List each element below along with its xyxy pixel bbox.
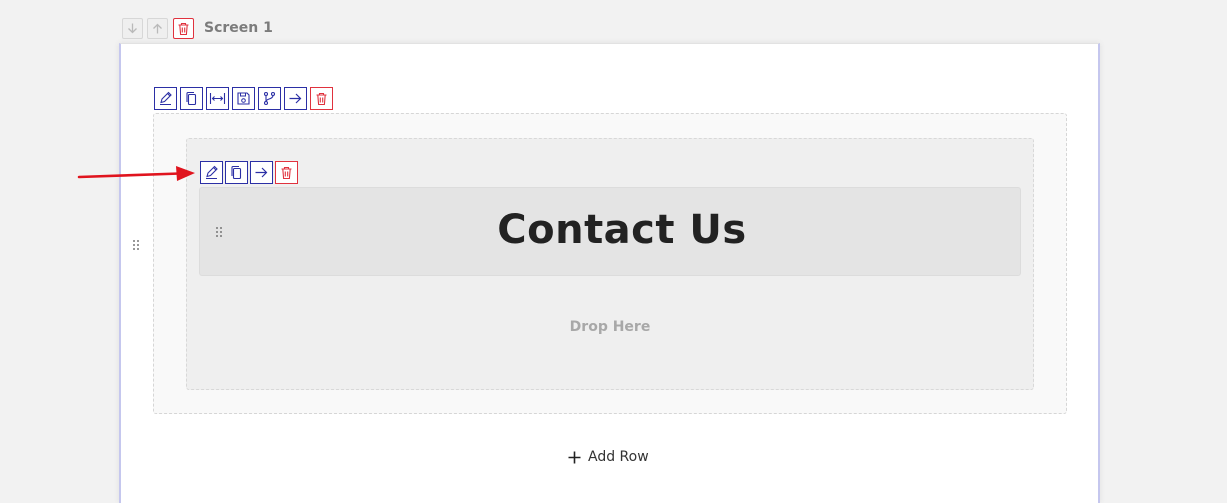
trash-icon <box>281 166 292 179</box>
row-edit-button[interactable] <box>154 87 177 110</box>
column-copy-button[interactable] <box>225 161 248 184</box>
drop-zone-label: Drop Here <box>569 319 651 335</box>
annotation-arrow-icon <box>77 166 195 181</box>
row-save-button[interactable] <box>232 87 255 110</box>
arrow-up-icon <box>153 23 162 34</box>
copy-icon <box>186 91 197 106</box>
row-move-button[interactable] <box>284 87 307 110</box>
arrow-right-icon <box>255 167 268 178</box>
row-branch-button[interactable] <box>258 87 281 110</box>
copy-icon <box>231 165 242 180</box>
delete-screen-button[interactable] <box>173 18 194 39</box>
arrow-down-icon <box>128 23 137 34</box>
column-delete-button[interactable] <box>275 161 298 184</box>
row-resize-button[interactable] <box>206 87 229 110</box>
move-up-button[interactable] <box>147 18 168 39</box>
branch-icon <box>263 91 276 106</box>
pencil-icon <box>160 91 172 106</box>
trash-icon <box>316 92 327 105</box>
arrow-right-icon <box>289 93 302 104</box>
screen-title: Screen 1 <box>204 20 273 36</box>
resize-horizontal-icon <box>209 93 226 104</box>
heading-text: Contact Us <box>497 207 747 253</box>
column-edit-button[interactable] <box>200 161 223 184</box>
row-delete-button[interactable] <box>310 87 333 110</box>
plus-icon <box>568 451 581 463</box>
row-drag-handle-icon[interactable] <box>132 239 140 251</box>
trash-icon <box>178 22 189 35</box>
add-row-button[interactable]: Add Row <box>568 446 649 468</box>
pencil-icon <box>206 165 218 180</box>
move-down-button[interactable] <box>122 18 143 39</box>
row-copy-button[interactable] <box>180 87 203 110</box>
column-move-button[interactable] <box>250 161 273 184</box>
add-row-label: Add Row <box>588 449 649 465</box>
save-icon <box>237 92 250 105</box>
